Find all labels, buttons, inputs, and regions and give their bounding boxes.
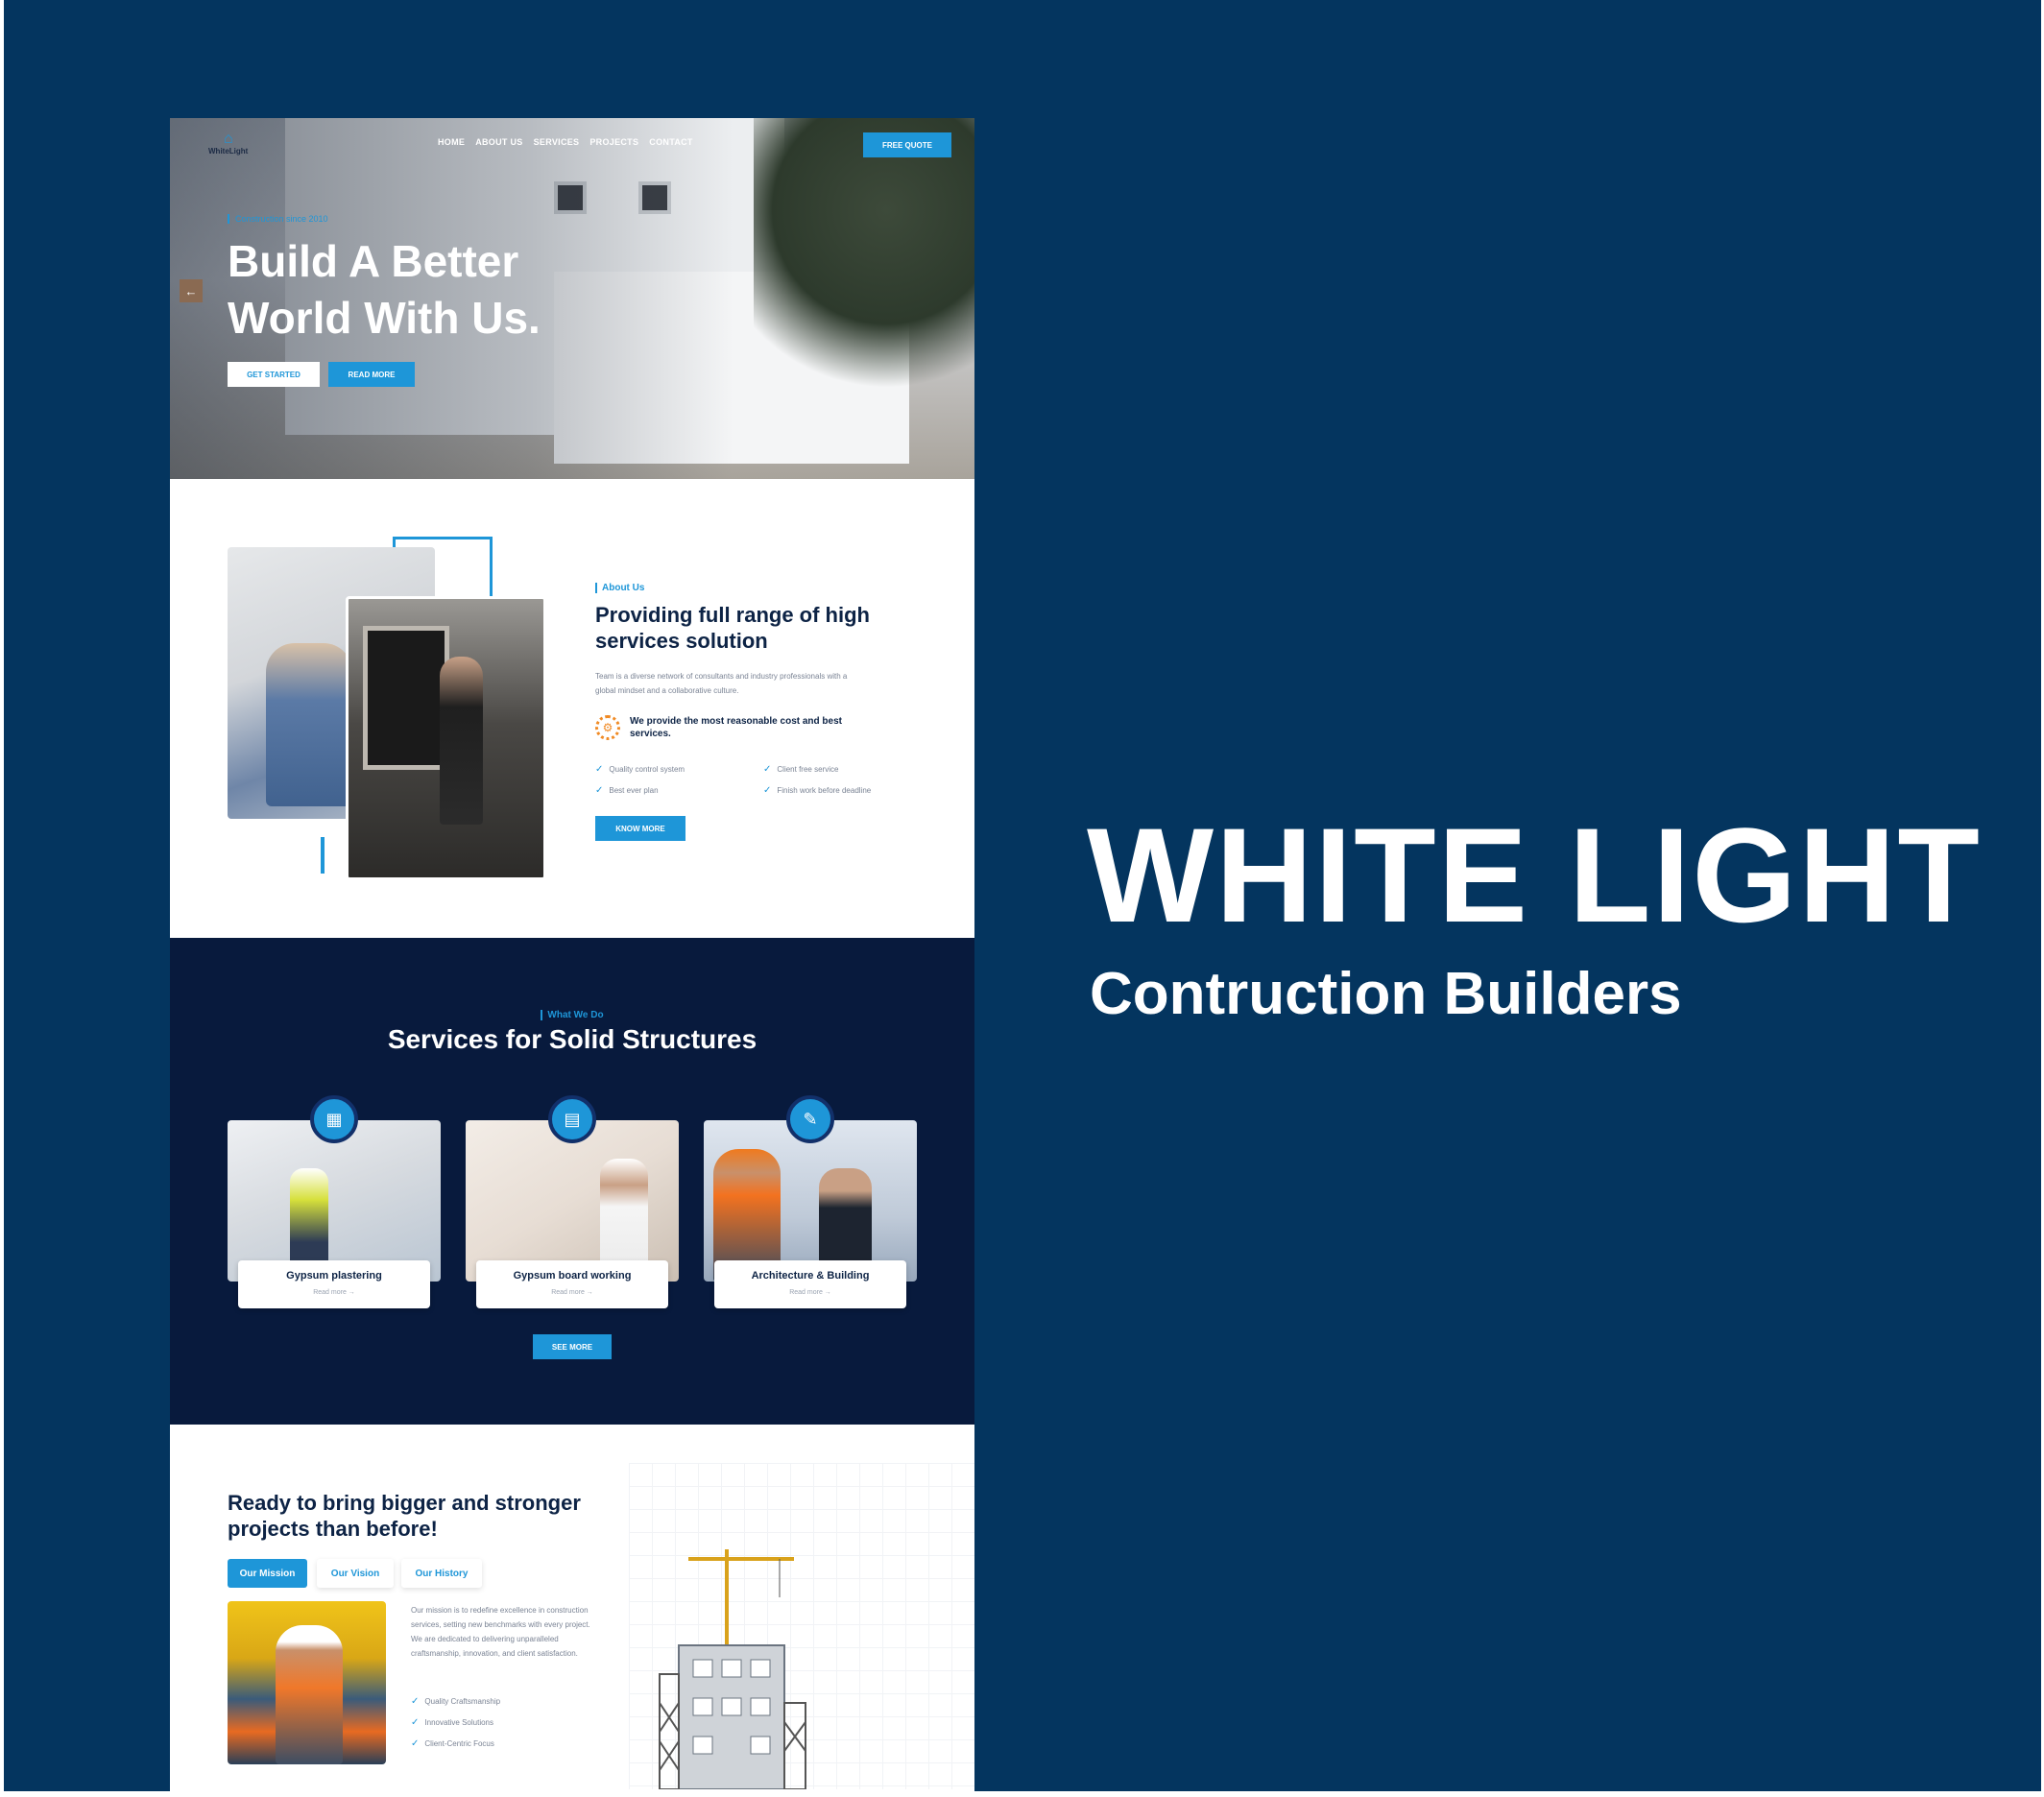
mission-feature: ✓ Client-Centric Focus <box>411 1738 494 1749</box>
service-name: Architecture & Building <box>751 1270 870 1282</box>
mission-text: Our mission is to redefine excellence in… <box>411 1606 590 1658</box>
decorative-bar <box>321 837 325 874</box>
check-icon: ✓ <box>763 785 772 796</box>
services-title: Services for Solid Structures <box>387 1024 757 1054</box>
feature-item: ✓ Quality control system <box>595 764 685 775</box>
feature-item: ✓ Best ever plan <box>595 785 659 796</box>
read-more-link[interactable]: Read more → <box>714 1289 906 1296</box>
service-card[interactable]: ▦ Gypsum plastering Read more → <box>228 1095 441 1308</box>
check-icon: ✓ <box>763 764 772 775</box>
check-icon: ✓ <box>595 764 604 775</box>
read-more-button[interactable]: READ MORE <box>328 362 415 387</box>
nav-about-us[interactable]: ABOUT US <box>475 137 522 147</box>
poster-title: WHITE LIGHT <box>1087 800 1982 950</box>
contract-icon: ✎ <box>786 1095 834 1143</box>
free-quote-button[interactable]: FREE QUOTE <box>863 132 951 157</box>
service-image <box>704 1120 917 1282</box>
main-nav: HOME ABOUT US SERVICES PROJECTS CONTACT <box>438 137 693 147</box>
check-icon: ✓ <box>411 1696 420 1707</box>
get-started-button[interactable]: GET STARTED <box>228 362 320 387</box>
building-plan-icon: ▤ <box>548 1095 596 1143</box>
site-logo[interactable]: ⌂ WhiteLight <box>208 132 266 156</box>
crane-blueprint-icon: ▦ <box>310 1095 358 1143</box>
mission-feature: ✓ Innovative Solutions <box>411 1717 493 1728</box>
tab-our-history[interactable]: Our History <box>401 1559 482 1588</box>
cta-title: Ready to bring bigger and stronger proje… <box>228 1491 581 1541</box>
check-icon: ✓ <box>595 785 604 796</box>
house-logo-icon: ⌂ <box>224 131 233 147</box>
nav-services[interactable]: SERVICES <box>534 137 580 147</box>
poster-subtitle: Contruction Builders <box>1090 961 1682 1027</box>
arrow-left-icon[interactable]: ← <box>180 279 203 302</box>
feature-item: ✓ Client free service <box>763 764 839 775</box>
services-tag: What We Do <box>541 1010 604 1020</box>
service-name: Gypsum plastering <box>286 1270 382 1282</box>
about-text: Team is a diverse network of consultants… <box>595 672 848 695</box>
website-mockup: ⌂ WhiteLight HOME ABOUT US SERVICES PROJ… <box>170 118 974 1791</box>
see-more-button[interactable]: SEE MORE <box>533 1334 612 1359</box>
crane-building-illustration <box>659 1549 806 1789</box>
service-image <box>228 1120 441 1282</box>
nav-contact[interactable]: CONTACT <box>649 137 692 147</box>
about-section: About Us Providing full range of high se… <box>170 479 974 938</box>
service-image <box>466 1120 679 1282</box>
about-title: Providing full range of high services so… <box>595 603 870 653</box>
service-card[interactable]: ✎ Architecture & Building Read more → <box>704 1095 917 1308</box>
services-section: What We Do Services for Solid Structures… <box>170 938 974 1425</box>
gear-icon: ⚙ <box>595 715 620 740</box>
nav-projects[interactable]: PROJECTS <box>589 137 638 147</box>
check-icon: ✓ <box>411 1717 420 1728</box>
logo-text: WhiteLight <box>208 147 249 156</box>
hero-section: ⌂ WhiteLight HOME ABOUT US SERVICES PROJ… <box>170 118 974 479</box>
service-name: Gypsum board working <box>513 1270 632 1282</box>
mission-photo <box>228 1601 386 1764</box>
read-more-link[interactable]: Read more → <box>476 1289 668 1296</box>
check-icon: ✓ <box>411 1738 420 1749</box>
read-more-link[interactable]: Read more → <box>238 1289 430 1296</box>
hero-tagline: Construction since 2010 <box>228 214 328 224</box>
tab-our-mission[interactable]: Our Mission <box>228 1559 307 1588</box>
tab-our-vision[interactable]: Our Vision <box>317 1559 394 1588</box>
about-photo-worker <box>346 596 546 880</box>
about-tag: About Us <box>595 583 644 593</box>
nav-home[interactable]: HOME <box>438 137 465 147</box>
hero-title: Build A Better World With Us. <box>228 236 541 343</box>
know-more-button[interactable]: KNOW MORE <box>595 816 685 841</box>
service-card[interactable]: ▤ Gypsum board working Read more → <box>466 1095 679 1308</box>
mission-section: Ready to bring bigger and stronger proje… <box>170 1425 974 1791</box>
about-highlight: We provide the most reasonable cost and … <box>630 716 842 739</box>
mission-feature: ✓ Quality Craftsmanship <box>411 1696 501 1707</box>
feature-item: ✓ Finish work before deadline <box>763 785 872 796</box>
